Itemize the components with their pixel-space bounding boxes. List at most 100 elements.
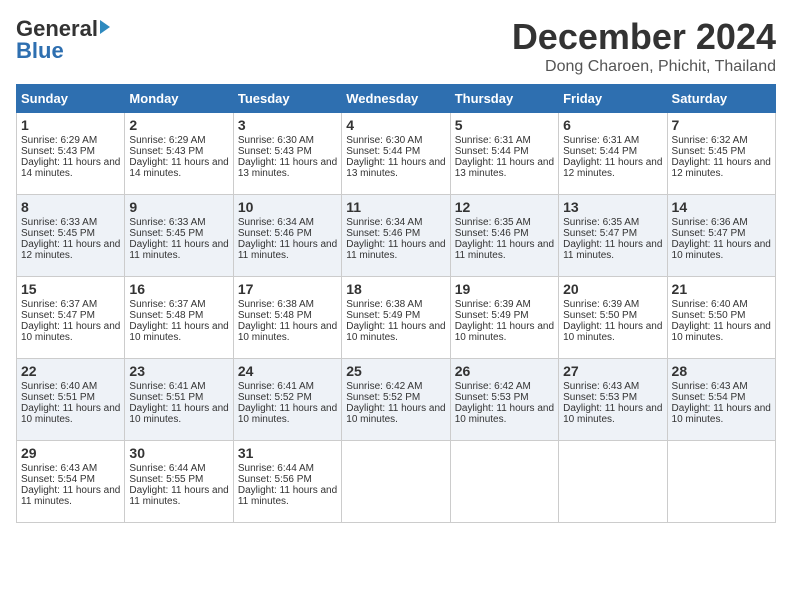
daylight-text: Daylight: 11 hours and 10 minutes. [455,321,554,343]
logo-triangle-icon [100,20,110,34]
day-number: 3 [238,117,337,133]
day-header-wednesday: Wednesday [342,85,450,113]
daylight-text: Daylight: 11 hours and 12 minutes. [563,157,662,179]
day-number: 2 [129,117,228,133]
sunrise-text: Sunrise: 6:33 AM [129,217,205,228]
sunrise-text: Sunrise: 6:39 AM [563,299,639,310]
sunset-text: Sunset: 5:44 PM [346,146,420,157]
sunrise-text: Sunrise: 6:29 AM [21,135,97,146]
day-number: 30 [129,445,228,461]
calendar-cell [559,441,667,523]
day-number: 4 [346,117,445,133]
day-number: 8 [21,199,120,215]
calendar-cell: 2Sunrise: 6:29 AMSunset: 5:43 PMDaylight… [125,113,233,195]
day-number: 20 [563,281,662,297]
calendar-row: 22Sunrise: 6:40 AMSunset: 5:51 PMDayligh… [17,359,776,441]
sunrise-text: Sunrise: 6:44 AM [238,463,314,474]
daylight-text: Daylight: 11 hours and 13 minutes. [238,157,337,179]
sunrise-text: Sunrise: 6:41 AM [129,381,205,392]
sunset-text: Sunset: 5:47 PM [563,228,637,239]
sunset-text: Sunset: 5:48 PM [129,310,203,321]
title-block: December 2024 Dong Charoen, Phichit, Tha… [512,16,776,76]
day-number: 13 [563,199,662,215]
day-number: 25 [346,363,445,379]
daylight-text: Daylight: 11 hours and 10 minutes. [21,321,120,343]
day-number: 7 [672,117,771,133]
calendar-cell: 23Sunrise: 6:41 AMSunset: 5:51 PMDayligh… [125,359,233,441]
sunset-text: Sunset: 5:53 PM [563,392,637,403]
day-header-thursday: Thursday [450,85,558,113]
sunset-text: Sunset: 5:53 PM [455,392,529,403]
calendar-cell: 11Sunrise: 6:34 AMSunset: 5:46 PMDayligh… [342,195,450,277]
day-number: 17 [238,281,337,297]
sunset-text: Sunset: 5:55 PM [129,474,203,485]
day-number: 21 [672,281,771,297]
sunset-text: Sunset: 5:43 PM [129,146,203,157]
day-number: 28 [672,363,771,379]
sunset-text: Sunset: 5:47 PM [21,310,95,321]
sunrise-text: Sunrise: 6:44 AM [129,463,205,474]
day-header-friday: Friday [559,85,667,113]
daylight-text: Daylight: 11 hours and 12 minutes. [672,157,771,179]
calendar-cell: 18Sunrise: 6:38 AMSunset: 5:49 PMDayligh… [342,277,450,359]
daylight-text: Daylight: 11 hours and 11 minutes. [455,239,554,261]
calendar-cell: 10Sunrise: 6:34 AMSunset: 5:46 PMDayligh… [233,195,341,277]
day-number: 9 [129,199,228,215]
sunrise-text: Sunrise: 6:43 AM [21,463,97,474]
sunrise-text: Sunrise: 6:38 AM [238,299,314,310]
sunrise-text: Sunrise: 6:41 AM [238,381,314,392]
day-number: 10 [238,199,337,215]
day-header-tuesday: Tuesday [233,85,341,113]
sunset-text: Sunset: 5:43 PM [238,146,312,157]
logo: General Blue [16,16,110,64]
daylight-text: Daylight: 11 hours and 10 minutes. [346,403,445,425]
daylight-text: Daylight: 11 hours and 10 minutes. [563,321,662,343]
daylight-text: Daylight: 11 hours and 11 minutes. [563,239,662,261]
calendar-cell: 31Sunrise: 6:44 AMSunset: 5:56 PMDayligh… [233,441,341,523]
calendar-cell: 9Sunrise: 6:33 AMSunset: 5:45 PMDaylight… [125,195,233,277]
day-header-saturday: Saturday [667,85,775,113]
calendar-cell [450,441,558,523]
sunset-text: Sunset: 5:49 PM [346,310,420,321]
sunset-text: Sunset: 5:52 PM [238,392,312,403]
daylight-text: Daylight: 11 hours and 12 minutes. [21,239,120,261]
daylight-text: Daylight: 11 hours and 11 minutes. [238,485,337,507]
sunset-text: Sunset: 5:45 PM [21,228,95,239]
day-number: 31 [238,445,337,461]
daylight-text: Daylight: 11 hours and 10 minutes. [21,403,120,425]
day-number: 18 [346,281,445,297]
calendar-header-row: SundayMondayTuesdayWednesdayThursdayFrid… [17,85,776,113]
daylight-text: Daylight: 11 hours and 10 minutes. [672,321,771,343]
logo-blue-text: Blue [16,38,64,64]
sunrise-text: Sunrise: 6:37 AM [21,299,97,310]
calendar-cell: 28Sunrise: 6:43 AMSunset: 5:54 PMDayligh… [667,359,775,441]
sunset-text: Sunset: 5:51 PM [21,392,95,403]
calendar-cell: 24Sunrise: 6:41 AMSunset: 5:52 PMDayligh… [233,359,341,441]
daylight-text: Daylight: 11 hours and 10 minutes. [672,239,771,261]
sunrise-text: Sunrise: 6:42 AM [455,381,531,392]
sunrise-text: Sunrise: 6:43 AM [672,381,748,392]
sunrise-text: Sunrise: 6:34 AM [238,217,314,228]
sunset-text: Sunset: 5:51 PM [129,392,203,403]
sunset-text: Sunset: 5:46 PM [238,228,312,239]
sunrise-text: Sunrise: 6:35 AM [563,217,639,228]
calendar-cell [342,441,450,523]
calendar-cell: 21Sunrise: 6:40 AMSunset: 5:50 PMDayligh… [667,277,775,359]
calendar-cell: 6Sunrise: 6:31 AMSunset: 5:44 PMDaylight… [559,113,667,195]
daylight-text: Daylight: 11 hours and 10 minutes. [238,403,337,425]
daylight-text: Daylight: 11 hours and 11 minutes. [21,485,120,507]
daylight-text: Daylight: 11 hours and 11 minutes. [129,239,228,261]
day-number: 23 [129,363,228,379]
daylight-text: Daylight: 11 hours and 10 minutes. [238,321,337,343]
sunrise-text: Sunrise: 6:40 AM [21,381,97,392]
month-title: December 2024 [512,16,776,58]
day-number: 5 [455,117,554,133]
calendar-cell: 20Sunrise: 6:39 AMSunset: 5:50 PMDayligh… [559,277,667,359]
sunset-text: Sunset: 5:50 PM [672,310,746,321]
sunset-text: Sunset: 5:54 PM [21,474,95,485]
calendar-cell: 13 Sunrise: 6:35 AMSunset: 5:47 PMDayligh… [559,195,667,277]
calendar-row: 29Sunrise: 6:43 AMSunset: 5:54 PMDayligh… [17,441,776,523]
daylight-text: Daylight: 11 hours and 11 minutes. [129,485,228,507]
day-number: 16 [129,281,228,297]
daylight-text: Daylight: 11 hours and 14 minutes. [21,157,120,179]
